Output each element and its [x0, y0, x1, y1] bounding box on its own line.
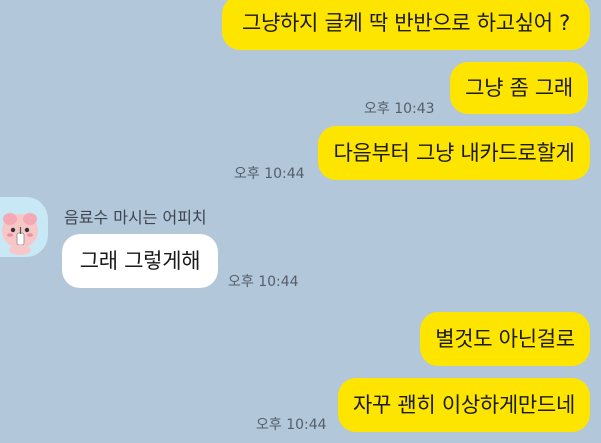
message-text: 그냥하지 글케 딱 반반으로 하고싶어 ? — [241, 10, 571, 35]
sender-name: 음료수 마시는 어피치 — [64, 208, 207, 227]
chat-window: 그냥하지 글케 딱 반반으로 하고싶어 ? 오후 10:43 그냥 좀 그래 오… — [0, 0, 601, 443]
message-timestamp: 오후 10:44 — [234, 166, 305, 182]
apeach-drinking-avatar-icon — [2, 213, 38, 255]
my-message-bubble[interactable]: 그냥 좀 그래 — [450, 62, 588, 114]
message-timestamp: 오후 10:44 — [228, 274, 299, 290]
message-timestamp: 오후 10:43 — [364, 101, 435, 117]
message-text: 그냥 좀 그래 — [465, 75, 573, 100]
message-text: 자꾸 괜히 이상하게만드네 — [353, 392, 575, 417]
their-message-bubble[interactable]: 그래 그렇게해 — [62, 234, 218, 288]
my-message-bubble[interactable]: 그냥하지 글케 딱 반반으로 하고싶어 ? — [222, 0, 590, 50]
message-timestamp: 오후 10:44 — [256, 417, 327, 433]
message-text: 별것도 아닌걸로 — [435, 326, 575, 351]
my-message-bubble[interactable]: 다음부터 그냥 내카드로할게 — [318, 126, 590, 180]
my-message-bubble[interactable]: 자꾸 괜히 이상하게만드네 — [338, 378, 590, 432]
my-message-bubble[interactable]: 별것도 아닌걸로 — [420, 312, 590, 366]
message-text: 다음부터 그냥 내카드로할게 — [333, 140, 575, 165]
message-text: 그래 그렇게해 — [79, 248, 201, 273]
sender-avatar[interactable] — [0, 197, 48, 257]
